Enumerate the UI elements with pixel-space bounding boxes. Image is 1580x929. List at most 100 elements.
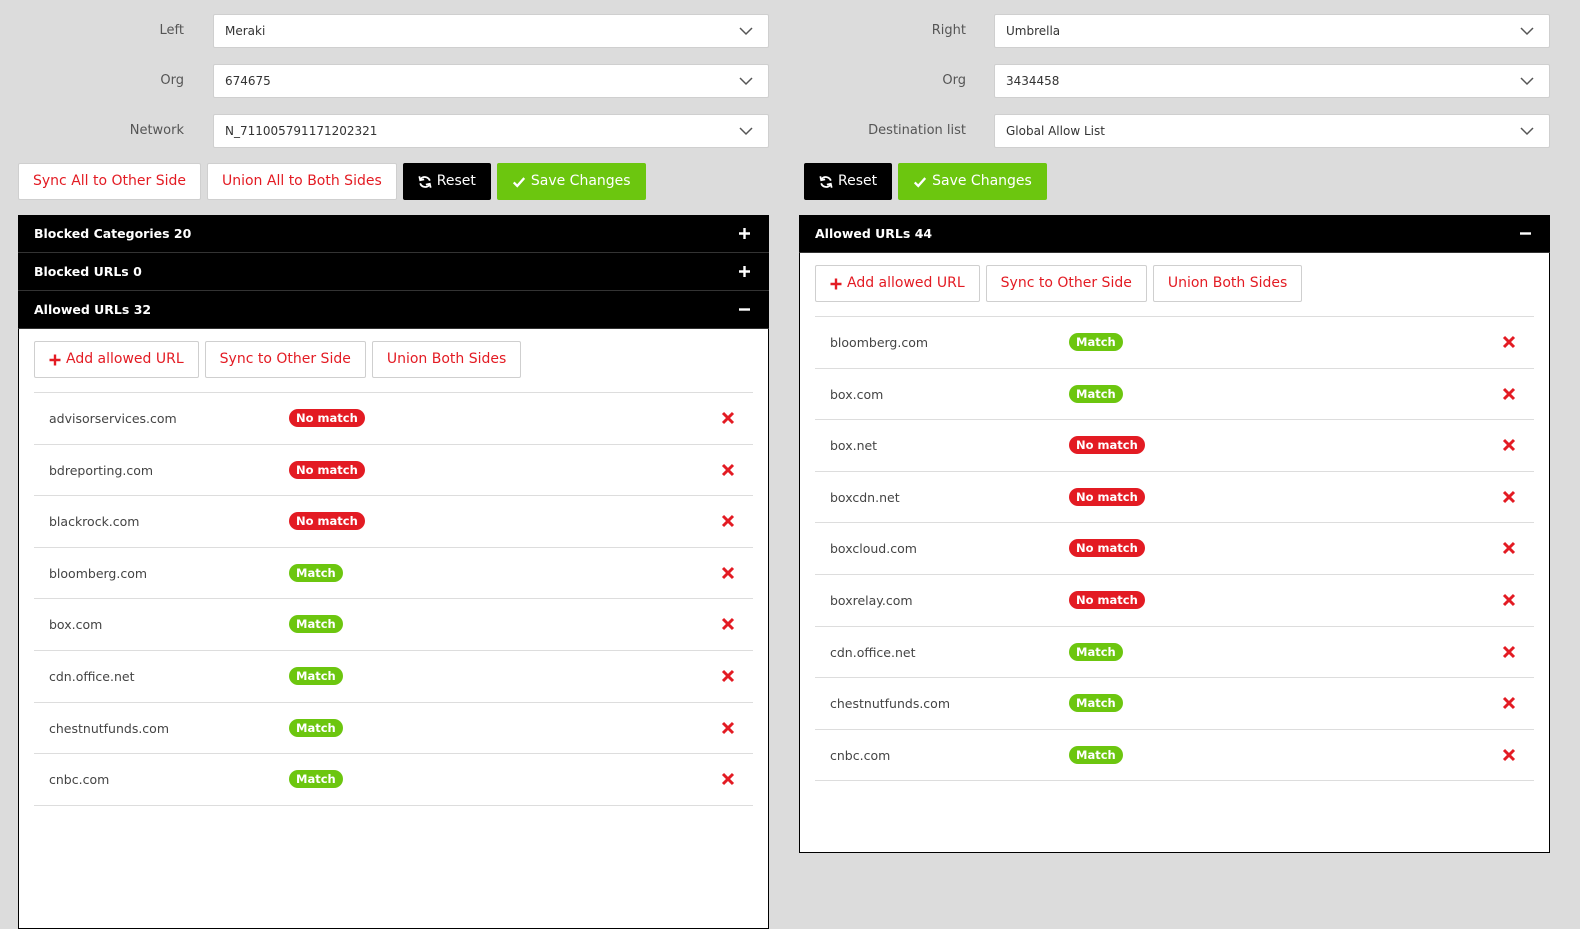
delete-icon[interactable] (1502, 593, 1516, 607)
delete-icon[interactable] (1502, 645, 1516, 659)
left-network-row: Network N_711005791171202321 (18, 114, 769, 164)
left-source-value: Meraki (225, 24, 266, 38)
delete-icon[interactable] (721, 669, 735, 683)
match-status-badge: Match (1069, 745, 1123, 764)
list-item: box.com Match (34, 599, 753, 651)
left-allowed-urls-body: Add allowed URL Sync to Other Side Union… (18, 329, 769, 929)
match-status-badge: No match (1069, 436, 1145, 455)
right-destination-row: Destination list Global Allow List (799, 114, 1550, 164)
minus-icon (739, 308, 750, 311)
left-org-row: Org 674675 (18, 64, 769, 114)
right-source-select[interactable]: Umbrella (994, 14, 1550, 48)
left-allowed-urls-header[interactable]: Allowed URLs 32 (18, 291, 769, 329)
url-text: bloomberg.com (49, 565, 148, 581)
left-sync-button[interactable]: Sync to Other Side (204, 341, 366, 378)
plus-icon (830, 278, 842, 289)
left-org-label: Org (160, 73, 184, 88)
url-text: chestnutfunds.com (830, 696, 951, 712)
delete-icon[interactable] (721, 411, 735, 425)
url-text: chestnutfunds.com (49, 720, 170, 736)
left-allowed-actions: Add allowed URL Sync to Other Side Union… (34, 341, 753, 378)
list-item: bloomberg.com Match (815, 317, 1534, 369)
right-save-button[interactable]: Save Changes (898, 163, 1047, 200)
left-source-row: Left Meraki (18, 14, 769, 64)
match-status-badge: Match (1069, 642, 1123, 661)
check-icon (512, 176, 525, 188)
match-status-badge: No match (1069, 487, 1145, 506)
blocked-urls-header[interactable]: Blocked URLs 0 (18, 253, 769, 291)
left-network-select[interactable]: N_711005791171202321 (213, 114, 769, 148)
match-status-badge: Match (289, 563, 343, 582)
delete-icon[interactable] (721, 463, 735, 477)
left-allowed-urls-title: Allowed URLs 32 (34, 302, 152, 317)
plus-icon (739, 228, 750, 239)
blocked-categories-title: Blocked Categories 20 (34, 226, 192, 241)
left-add-url-button[interactable]: Add allowed URL (34, 341, 199, 378)
left-source-label: Left (159, 23, 184, 38)
list-item: cnbc.com Match (815, 730, 1534, 782)
url-text: advisorservices.com (49, 411, 177, 426)
left-save-button[interactable]: Save Changes (496, 163, 646, 200)
match-status-badge: No match (289, 460, 365, 479)
sync-all-button[interactable]: Sync All to Other Side (18, 163, 201, 200)
delete-icon[interactable] (1502, 696, 1516, 710)
left-panels: Blocked Categories 20 Blocked URLs 0 All… (18, 215, 769, 929)
delete-icon[interactable] (721, 772, 735, 786)
right-sync-button[interactable]: Sync to Other Side (985, 265, 1147, 302)
delete-icon[interactable] (721, 721, 735, 735)
url-text: box.com (830, 386, 884, 402)
delete-icon[interactable] (1502, 438, 1516, 452)
refresh-icon (418, 175, 432, 188)
list-item: advisorservices.com No match (34, 393, 753, 445)
minus-icon (1520, 232, 1531, 235)
left-reset-label: Reset (436, 173, 476, 189)
left-union-button[interactable]: Union Both Sides (371, 341, 522, 378)
chevron-down-icon (1520, 77, 1534, 86)
match-status-badge: No match (289, 512, 365, 531)
delete-icon[interactable] (721, 566, 735, 580)
right-reset-label: Reset (838, 173, 878, 189)
right-add-url-button[interactable]: Add allowed URL (815, 265, 980, 302)
right-toolbar: Reset Save Changes (804, 163, 1047, 201)
list-item: boxcloud.com No match (815, 523, 1534, 575)
plus-icon (739, 266, 750, 277)
delete-icon[interactable] (1502, 541, 1516, 555)
list-item: box.net No match (815, 420, 1534, 472)
list-item: chestnutfunds.com Match (34, 703, 753, 755)
url-text: boxcloud.com (830, 541, 917, 557)
union-all-button[interactable]: Union All to Both Sides (206, 163, 397, 200)
right-allowed-urls-body: Add allowed URL Sync to Other Side Union… (799, 253, 1550, 853)
list-item: blackrock.com No match (34, 496, 753, 548)
match-status-badge: Match (1069, 333, 1123, 351)
list-item: bdreporting.com No match (34, 445, 753, 497)
match-status-badge: Match (289, 666, 343, 685)
match-status-badge: No match (289, 409, 365, 427)
blocked-categories-header[interactable]: Blocked Categories 20 (18, 215, 769, 253)
right-destination-select[interactable]: Global Allow List (994, 114, 1550, 148)
right-org-label: Org (942, 73, 966, 88)
right-column: Right Umbrella Org 3434458 Destination l… (799, 0, 1550, 853)
delete-icon[interactable] (721, 514, 735, 528)
delete-icon[interactable] (1502, 748, 1516, 762)
delete-icon[interactable] (1502, 490, 1516, 504)
chevron-down-icon (739, 127, 753, 136)
right-source-value: Umbrella (1006, 24, 1061, 38)
delete-icon[interactable] (1502, 387, 1516, 401)
url-text: cdn.office.net (49, 668, 135, 684)
right-allowed-urls-header[interactable]: Allowed URLs 44 (799, 215, 1550, 253)
right-allowed-urls-title: Allowed URLs 44 (815, 226, 933, 241)
delete-icon[interactable] (721, 617, 735, 631)
right-union-button[interactable]: Union Both Sides (1152, 265, 1303, 302)
right-reset-button[interactable]: Reset (804, 163, 893, 200)
list-item: chestnutfunds.com Match (815, 678, 1534, 730)
delete-icon[interactable] (1502, 335, 1516, 349)
left-org-select[interactable]: 674675 (213, 64, 769, 98)
right-save-label: Save Changes (932, 173, 1032, 189)
right-org-select[interactable]: 3434458 (994, 64, 1550, 98)
url-text: boxcdn.net (830, 489, 900, 505)
match-status-badge: Match (289, 770, 343, 789)
left-reset-button[interactable]: Reset (402, 163, 491, 200)
chevron-down-icon (1520, 127, 1534, 136)
match-status-badge: Match (289, 718, 343, 737)
left-source-select[interactable]: Meraki (213, 14, 769, 48)
